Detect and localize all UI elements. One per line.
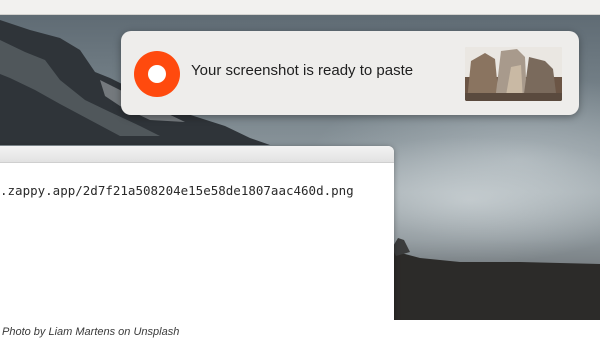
pasted-url-text[interactable]: .zappy.app/2d7f21a508204e15e58de1807aac4…	[0, 183, 354, 198]
zappy-ring-icon	[134, 51, 180, 97]
rock-hill	[392, 238, 410, 256]
screenshot-thumbnail[interactable]	[465, 47, 562, 101]
browser-window: .zappy.app/2d7f21a508204e15e58de1807aac4…	[0, 146, 394, 320]
paste-notification[interactable]: Your screenshot is ready to paste	[121, 31, 579, 115]
notification-message: Your screenshot is ready to paste	[191, 62, 414, 79]
desktop-screen: Your screenshot is ready to paste .zappy…	[0, 0, 600, 320]
top-bar	[0, 0, 600, 15]
photo-credit-caption: Photo by Liam Martens on Unsplash	[2, 326, 180, 338]
ground	[390, 250, 600, 320]
window-titlebar[interactable]	[0, 146, 394, 163]
